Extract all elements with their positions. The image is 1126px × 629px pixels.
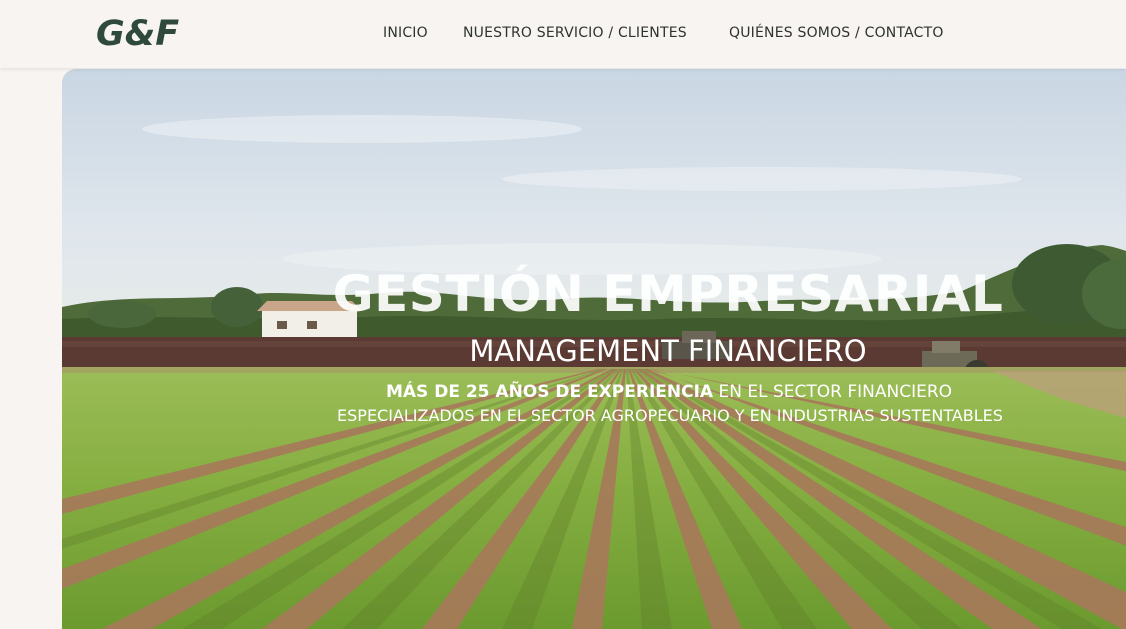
hero-tagline-highlight: MÁS DE 25 AÑOS DE EXPERIENCIA [385,382,714,402]
top-navigation-bar: G&F INICIO NUESTRO SERVICIO / CLIENTES Q… [0,0,1126,68]
hero-tagline: MÁS DE 25 AÑOS DE EXPERIENCIA EN EL SECT… [62,381,1126,403]
hero-banner: GESTIÓN EMPRESARIAL MANAGEMENT FINANCIER… [62,69,1126,629]
hero-subtitle: MANAGEMENT FINANCIERO [469,334,867,368]
brand-logo[interactable]: G&F [96,12,179,56]
nav-link-inicio[interactable]: INICIO [383,24,428,42]
nav-link-servicio-clientes[interactable]: NUESTRO SERVICIO / CLIENTES [463,24,687,42]
hero-tagline-rest: EN EL SECTOR FINANCIERO [713,382,953,402]
hero-text-overlay: GESTIÓN EMPRESARIAL MANAGEMENT FINANCIER… [62,69,1126,606]
hero-title: GESTIÓN EMPRESARIAL [332,265,1004,323]
hero-specialization-line: ESPECIALIZADOS EN EL SECTOR AGROPECUARIO… [337,406,1003,425]
nav-link-quienes-somos-contacto[interactable]: QUIÉNES SOMOS / CONTACTO [729,24,944,42]
